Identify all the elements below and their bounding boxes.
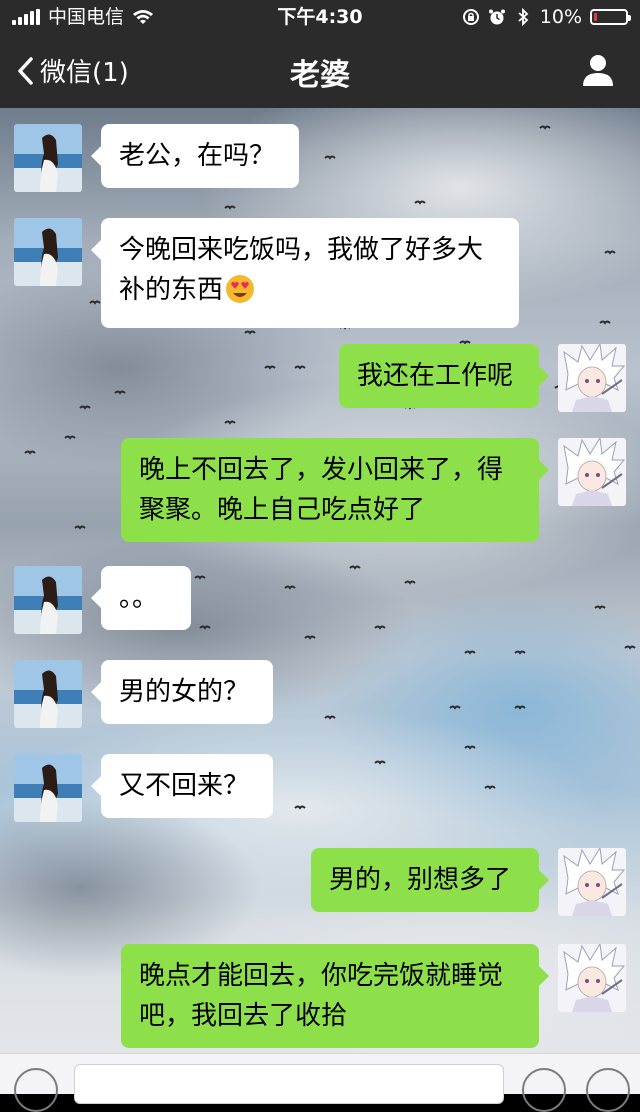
my-avatar[interactable] xyxy=(558,438,626,506)
outgoing-bubble[interactable]: 晚点才能回去，你吃完饭就睡觉 吧，我回去了收拾 xyxy=(121,944,549,1048)
incoming-bubble[interactable]: 今晚回来吃饭吗，我做了好多大补的东西 xyxy=(91,218,519,328)
contact-avatar[interactable] xyxy=(14,660,82,728)
my-avatar[interactable] xyxy=(558,848,626,916)
outgoing-bubble[interactable]: 男的，别想多了 xyxy=(311,848,549,912)
alarm-icon xyxy=(488,9,505,25)
message-text-line: 老公，在吗？ xyxy=(119,141,276,171)
message-text-line: 男的，别想多了 xyxy=(329,865,512,895)
message-text-line: 吧，我回去了收拾 xyxy=(139,1001,348,1031)
incoming-bubble[interactable]: 。。 xyxy=(91,566,191,630)
my-avatar[interactable] xyxy=(558,944,626,1012)
top-bar: 中国电信 下午4:30 10% 微信(1) 老婆 xyxy=(0,0,640,108)
battery-percent: 10% xyxy=(539,6,582,28)
message-text-line: 晚上不回去了，发小回来了，得 xyxy=(139,455,504,485)
message-text-line: 聚聚。晚上自己吃点好了 xyxy=(139,495,426,525)
contact-avatar[interactable] xyxy=(14,218,82,286)
message-input[interactable] xyxy=(74,1064,504,1104)
bluetooth-icon xyxy=(518,8,529,26)
outgoing-bubble[interactable]: 晚上不回去了，发小回来了，得 聚聚。晚上自己吃点好了 xyxy=(121,438,549,542)
voice-button[interactable] xyxy=(14,1068,58,1112)
status-right: 10% xyxy=(462,0,631,34)
incoming-bubble[interactable]: 老公，在吗？ xyxy=(91,124,299,188)
chat-area[interactable]: 老公，在吗？ 今晚回来吃饭吗，我做了好多大补的东西我还在工作呢晚上不回去了，发小回… xyxy=(0,108,640,1053)
incoming-bubble[interactable]: 男的女的？ xyxy=(91,660,273,724)
message-text-line: 男的女的？ xyxy=(119,677,250,707)
battery-fill xyxy=(594,13,597,21)
incoming-bubble[interactable]: 又不回来？ xyxy=(91,754,273,818)
emoji-button[interactable] xyxy=(522,1068,566,1112)
contact-avatar[interactable] xyxy=(14,124,82,192)
contact-avatar[interactable] xyxy=(14,754,82,822)
message-text-line: 补的东西 xyxy=(119,270,501,316)
input-bar xyxy=(0,1053,640,1112)
outgoing-bubble[interactable]: 我还在工作呢 xyxy=(339,344,549,408)
profile-icon[interactable] xyxy=(580,52,616,88)
message-text-line: 又不回来？ xyxy=(119,771,250,801)
status-bar: 中国电信 下午4:30 10% xyxy=(0,0,640,34)
lock-rotation-icon xyxy=(462,9,479,25)
my-avatar[interactable] xyxy=(558,344,626,412)
message-text-line: 晚点才能回去，你吃完饭就睡觉 xyxy=(139,961,504,991)
battery-icon xyxy=(590,9,631,25)
heart-eyes-emoji-icon xyxy=(225,274,255,316)
nav-bar: 微信(1) 老婆 xyxy=(0,42,640,102)
message-text-line: 。。 xyxy=(119,583,159,613)
message-text-line: 我还在工作呢 xyxy=(357,361,514,391)
message-text-line: 今晚回来吃饭吗，我做了好多大 xyxy=(119,235,484,265)
chat-title: 老婆 xyxy=(290,58,350,93)
plus-button[interactable] xyxy=(586,1068,630,1112)
contact-avatar[interactable] xyxy=(14,566,82,634)
